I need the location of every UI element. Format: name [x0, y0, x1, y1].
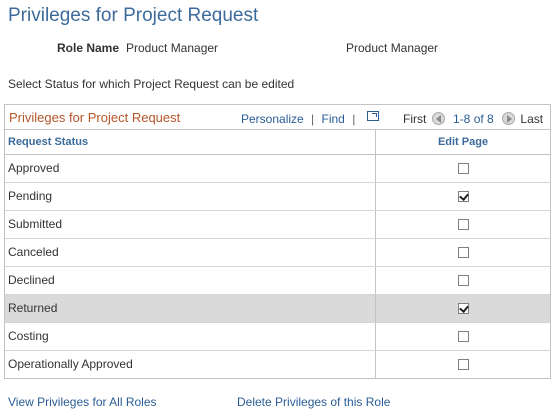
table-row: Canceled: [5, 239, 550, 267]
edit-page-checkbox[interactable]: [458, 359, 469, 370]
request-status-cell: Returned: [5, 295, 376, 322]
next-icon[interactable]: [502, 112, 516, 126]
delete-privileges-link[interactable]: Delete Privileges of this Role: [237, 395, 390, 409]
table-row: Pending: [5, 183, 550, 211]
table-row: Costing: [5, 323, 550, 351]
edit-page-checkbox[interactable]: [458, 303, 469, 314]
page-title: Privileges for Project Request: [8, 5, 259, 26]
role-description: Product Manager: [346, 41, 439, 55]
toolbar-separator: |: [352, 112, 356, 126]
edit-page-checkbox[interactable]: [458, 191, 469, 202]
request-status-cell: Submitted: [5, 211, 376, 238]
privileges-grid: Privileges for Project Request Personali…: [4, 104, 551, 379]
toolbar-separator: |: [311, 112, 315, 126]
column-header-request-status[interactable]: Request Status: [5, 130, 376, 155]
last-label: Last: [520, 112, 544, 126]
zoom-icon[interactable]: [366, 111, 379, 121]
request-status-cell: Pending: [5, 183, 376, 210]
edit-page-checkbox[interactable]: [458, 275, 469, 286]
request-status-cell: Operationally Approved: [5, 351, 376, 378]
grid-pager: First 1-8 of 8 Last: [403, 112, 543, 126]
first-label: First: [403, 112, 427, 126]
instructions-text: Select Status for which Project Request …: [8, 77, 295, 91]
role-name-value: Product Manager: [126, 41, 219, 55]
edit-page-checkbox[interactable]: [458, 331, 469, 342]
view-all-roles-link[interactable]: View Privileges for All Roles: [8, 395, 157, 409]
request-status-cell: Canceled: [5, 239, 376, 266]
previous-icon[interactable]: [431, 112, 445, 126]
personalize-link[interactable]: Personalize: [241, 112, 304, 126]
edit-page-checkbox[interactable]: [458, 219, 469, 230]
table-row: Operationally Approved: [5, 351, 550, 379]
request-status-cell: Declined: [5, 267, 376, 294]
table-row: Approved: [5, 155, 550, 183]
grid-header: Privileges for Project Request Personali…: [5, 105, 550, 130]
column-header-edit-page[interactable]: Edit Page: [376, 130, 550, 155]
table-row-selected: Returned: [5, 295, 550, 323]
grid-title: Privileges for Project Request: [9, 110, 181, 125]
request-status-cell: Approved: [5, 155, 376, 182]
table-row: Declined: [5, 267, 550, 295]
table-row: Submitted: [5, 211, 550, 239]
find-link[interactable]: Find: [322, 112, 345, 126]
grid-toolbar: Personalize | Find |: [241, 111, 379, 126]
request-status-cell: Costing: [5, 323, 376, 350]
role-name-label: Role Name: [57, 41, 120, 55]
row-range: 1-8 of 8: [453, 112, 494, 126]
edit-page-checkbox[interactable]: [458, 163, 469, 174]
edit-page-checkbox[interactable]: [458, 247, 469, 258]
